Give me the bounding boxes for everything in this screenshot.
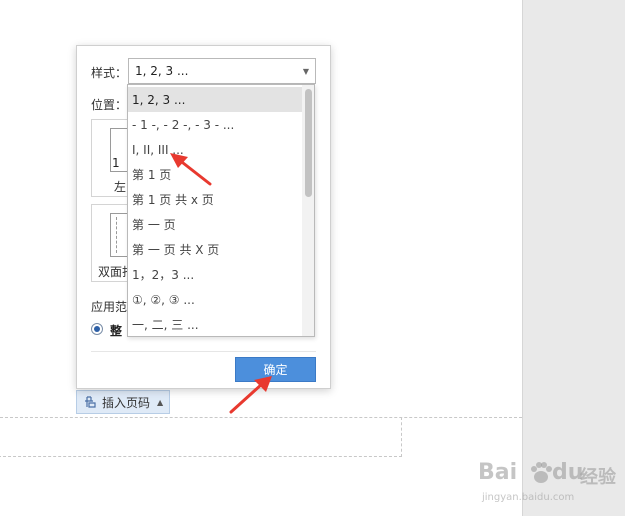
dropdown-option[interactable]: 1，2，3 ... bbox=[128, 262, 304, 287]
dropdown-option[interactable]: 第 1 页 bbox=[128, 162, 304, 187]
apply-range-radio[interactable] bbox=[91, 323, 103, 335]
apply-range-option-label: 整 bbox=[110, 324, 123, 338]
dropdown-option[interactable]: 一, 二, 三 ... bbox=[128, 312, 304, 336]
radio-checked-dot bbox=[94, 326, 100, 332]
page-preview-number: 1 bbox=[112, 156, 120, 170]
dialog-separator bbox=[91, 351, 316, 352]
dropdown-option[interactable]: 第 一 页 bbox=[128, 212, 304, 237]
insert-page-number-label: 插入页码 bbox=[102, 395, 151, 410]
position-option-duplex[interactable]: 双面打 bbox=[91, 204, 131, 282]
watermark-brand-cn: 经验 bbox=[580, 467, 616, 488]
page-number-icon bbox=[85, 396, 97, 408]
position-option-left[interactable]: 1 左 bbox=[91, 119, 131, 197]
dropdown-option[interactable]: 第 一 页 共 X 页 bbox=[128, 237, 304, 262]
style-select[interactable]: 1, 2, 3 ... ▼ bbox=[128, 58, 316, 84]
page-preview-divider bbox=[116, 217, 117, 253]
ok-button-label: 确定 bbox=[263, 363, 288, 377]
footer-area[interactable] bbox=[0, 417, 402, 457]
dropdown-option[interactable]: - 1 -, - 2 -, - 3 - ... bbox=[128, 112, 304, 137]
document-gutter bbox=[522, 0, 625, 516]
chevron-down-icon: ▼ bbox=[302, 66, 309, 76]
insert-page-number-button[interactable]: 插入页码 ▲ bbox=[76, 390, 170, 414]
dropdown-scrollbar[interactable] bbox=[302, 85, 314, 336]
apply-range-label: 应用范 bbox=[91, 300, 128, 314]
position-option-left-label: 左 bbox=[114, 180, 127, 194]
style-select-value: 1, 2, 3 ... bbox=[135, 64, 189, 78]
dropdown-option[interactable]: 第 1 页 共 x 页 bbox=[128, 187, 304, 212]
dropdown-option[interactable]: ①, ②, ③ ... bbox=[128, 287, 304, 312]
paw-logo-icon bbox=[531, 462, 552, 483]
watermark-brand-latin: Bai bbox=[478, 460, 518, 485]
watermark-url: jingyan.baidu.com bbox=[482, 492, 575, 503]
dropdown-option[interactable]: 1, 2, 3 ... bbox=[128, 87, 304, 112]
ok-button[interactable]: 确定 bbox=[235, 357, 316, 382]
style-label: 样式： bbox=[91, 66, 128, 80]
watermark-brand-latin-2: du bbox=[552, 460, 584, 485]
position-label: 位置： bbox=[91, 98, 128, 112]
dropdown-option[interactable]: I, II, III ... bbox=[128, 137, 304, 162]
baidu-watermark: Bai du 经验 jingyan.baidu.com bbox=[478, 460, 618, 512]
style-dropdown-list[interactable]: 1, 2, 3 ... - 1 -, - 2 -, - 3 - ... I, I… bbox=[127, 84, 315, 337]
dropdown-scrollbar-thumb[interactable] bbox=[305, 89, 312, 197]
caret-up-icon: ▲ bbox=[157, 397, 164, 407]
